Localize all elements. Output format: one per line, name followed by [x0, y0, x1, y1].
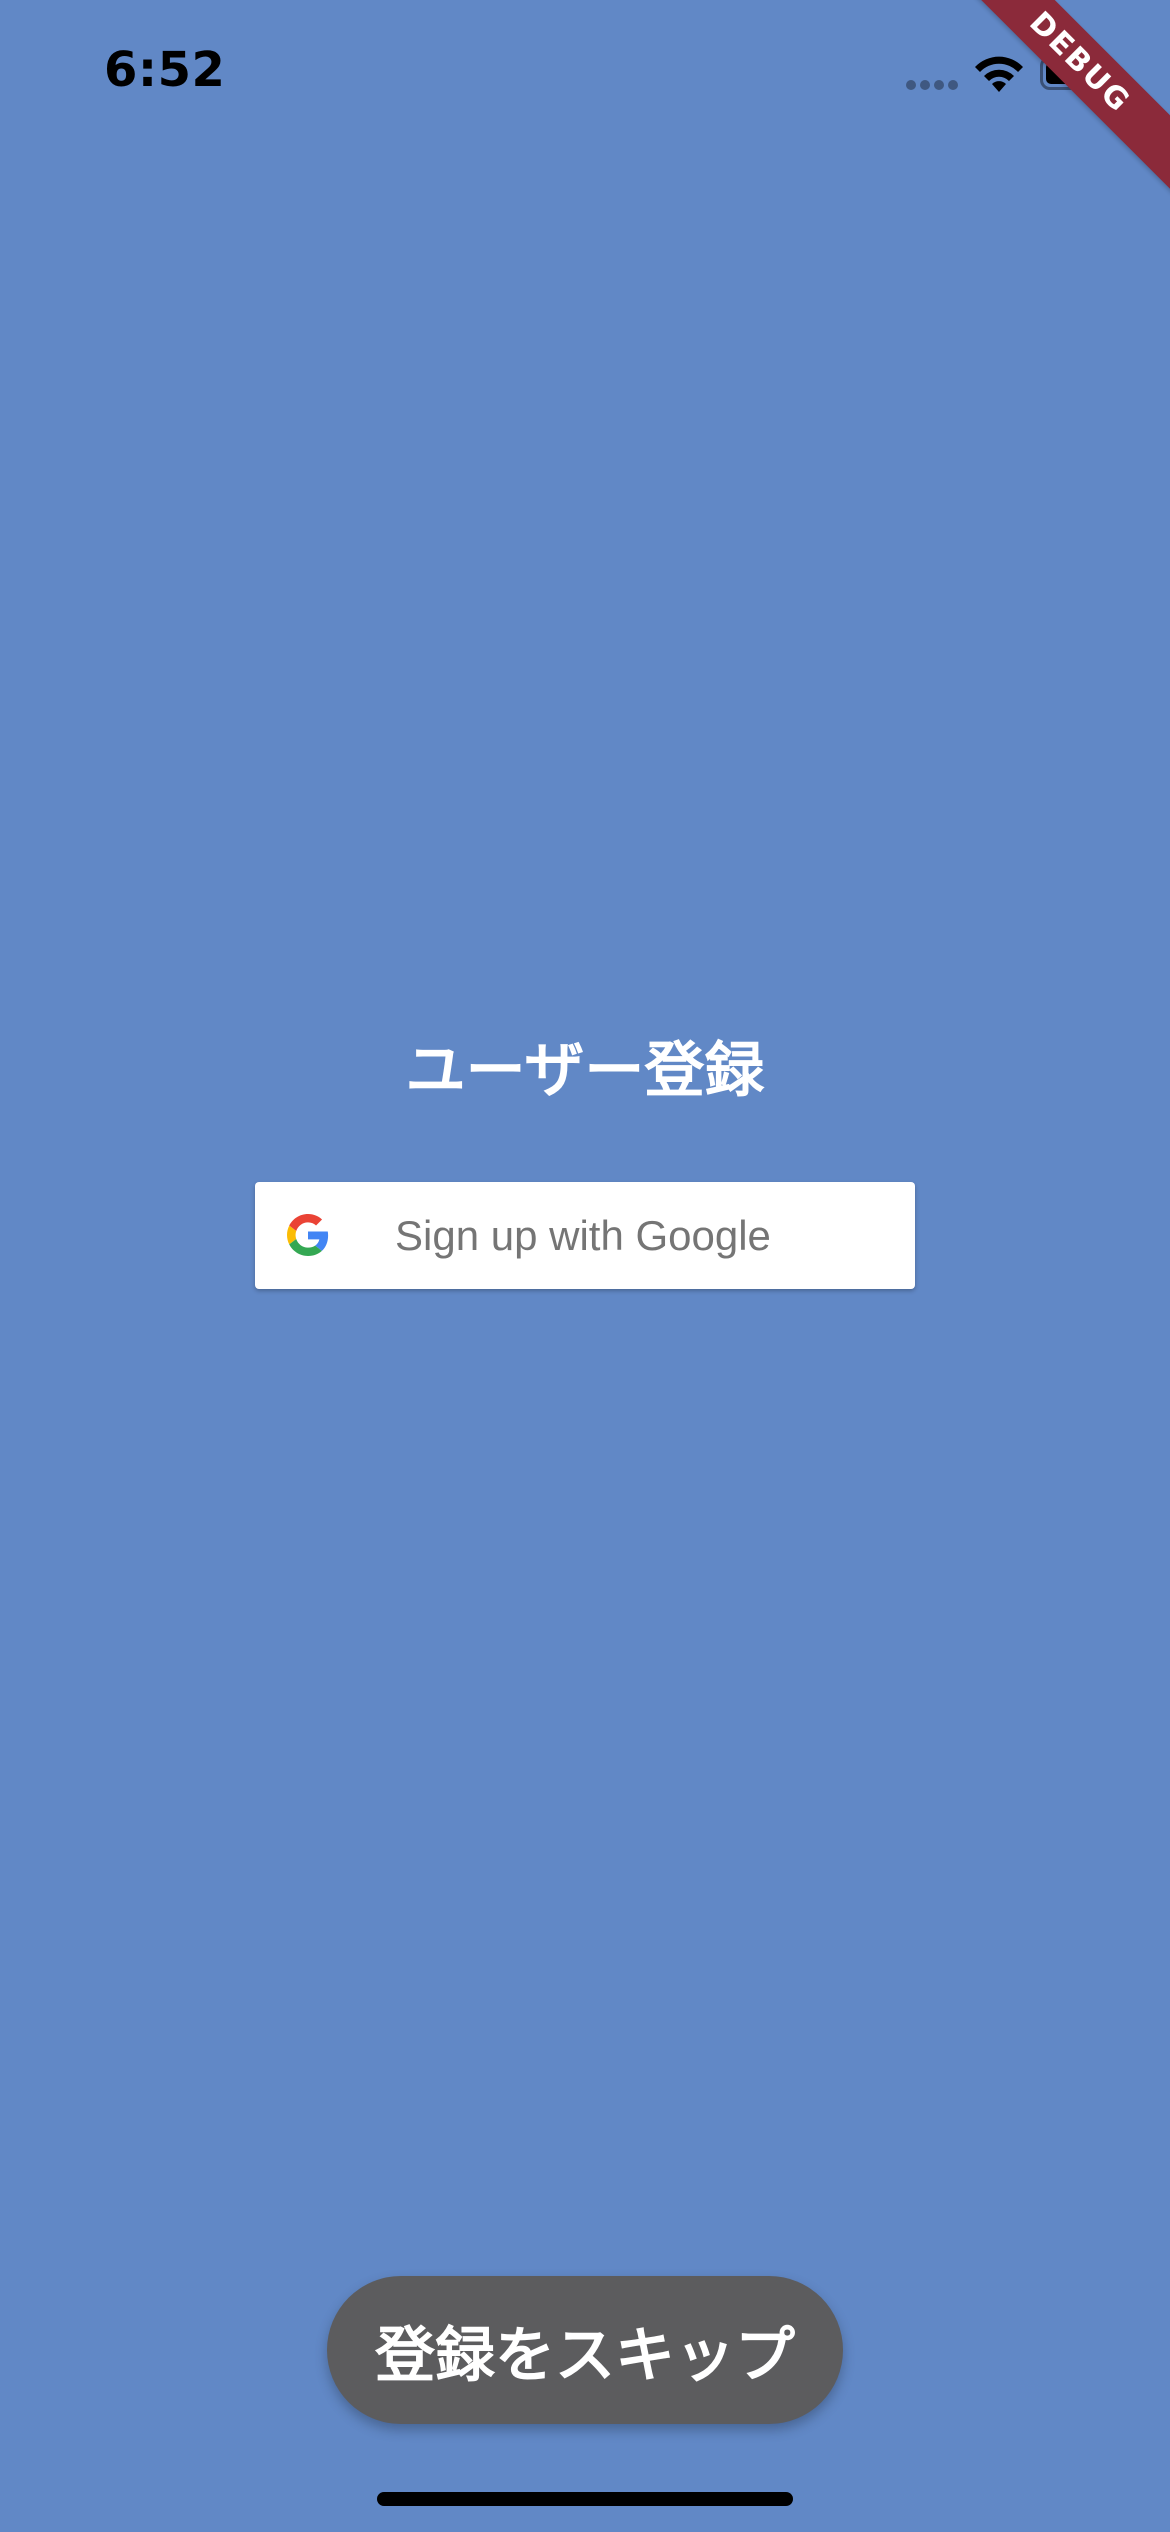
debug-banner: DEBUG	[948, 0, 1170, 194]
google-signup-label: Sign up with Google	[395, 1212, 771, 1259]
skip-registration-button[interactable]: 登録をスキップ	[327, 2276, 843, 2424]
status-time: 6:52	[104, 42, 226, 98]
page-title: ユーザー登録	[405, 1036, 765, 1106]
cellular-signal-icon	[906, 80, 960, 92]
wifi-icon	[975, 56, 1023, 92]
home-indicator[interactable]	[377, 2492, 793, 2506]
screen: 6:52 DEBUG ユーザー登録 Sign up with Google 登録…	[0, 0, 1170, 2532]
google-signup-button[interactable]: Sign up with Google	[255, 1182, 915, 1289]
google-logo-icon	[287, 1214, 329, 1256]
